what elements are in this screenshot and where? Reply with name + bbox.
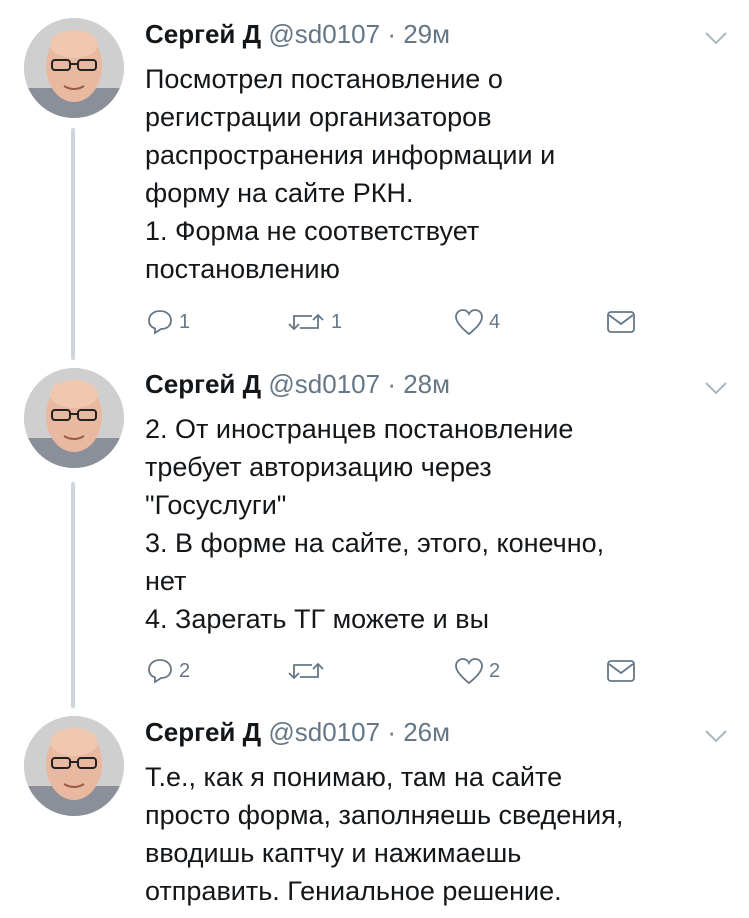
avatar-image bbox=[24, 716, 124, 816]
author-name[interactable]: Сергей Д bbox=[145, 717, 261, 747]
author-handle[interactable]: @sd0107 bbox=[268, 717, 380, 747]
timestamp[interactable]: 29м bbox=[403, 19, 450, 49]
author-name[interactable]: Сергей Д bbox=[145, 369, 261, 399]
reply-button[interactable]: 1 bbox=[145, 305, 190, 339]
separator: · bbox=[387, 19, 396, 49]
avatar-image bbox=[24, 368, 124, 468]
author-handle[interactable]: @sd0107 bbox=[268, 19, 380, 49]
chevron-down-icon[interactable] bbox=[704, 30, 728, 46]
tweet-text: Посмотрел постановление о регистрации ор… bbox=[145, 64, 556, 284]
envelope-icon bbox=[607, 311, 635, 333]
like-button[interactable]: 2 bbox=[453, 654, 500, 688]
tweet-text: Т.е., как я понимаю, там на сайте просто… bbox=[145, 762, 624, 906]
avatar[interactable] bbox=[24, 716, 124, 816]
tweet-actions: 1 1 4 bbox=[145, 305, 665, 339]
envelope-icon bbox=[607, 660, 635, 682]
author-name[interactable]: Сергей Д bbox=[145, 19, 261, 49]
tweet[interactable]: Сергей Д @sd0107 · 26м Т.е., как я поним… bbox=[0, 716, 749, 916]
tweet[interactable]: Сергей Д @sd0107 · 28м 2. От иностранцев… bbox=[0, 368, 749, 698]
tweet-header: Сергей Д @sd0107 · 29м bbox=[145, 18, 450, 50]
reply-icon bbox=[148, 310, 172, 335]
heart-icon bbox=[455, 309, 483, 336]
retweet-button[interactable]: 1 bbox=[285, 305, 342, 339]
reply-icon bbox=[148, 659, 172, 684]
reply-count: 2 bbox=[179, 659, 191, 682]
timestamp[interactable]: 28м bbox=[403, 369, 450, 399]
reply-button[interactable]: 2 bbox=[145, 654, 190, 688]
like-count: 4 bbox=[489, 310, 501, 333]
timestamp[interactable]: 26м bbox=[403, 717, 450, 747]
tweet-header: Сергей Д @sd0107 · 26м bbox=[145, 716, 450, 748]
tweet[interactable]: Сергей Д @sd0107 · 29м Посмотрел постано… bbox=[0, 18, 749, 348]
chevron-down-icon[interactable] bbox=[704, 380, 728, 396]
message-button[interactable] bbox=[605, 654, 637, 688]
retweet-icon bbox=[288, 313, 324, 331]
avatar[interactable] bbox=[24, 368, 124, 468]
retweet-icon bbox=[288, 662, 324, 680]
chevron-down-icon[interactable] bbox=[704, 728, 728, 744]
retweet-button[interactable] bbox=[285, 654, 331, 688]
avatar[interactable] bbox=[24, 18, 124, 118]
retweet-count: 1 bbox=[331, 310, 343, 333]
author-handle[interactable]: @sd0107 bbox=[268, 369, 380, 399]
tweet-text: 2. От иностранцев постановление требует … bbox=[145, 414, 605, 634]
tweet-header: Сергей Д @sd0107 · 28м bbox=[145, 368, 450, 400]
tweet-actions: 2 2 bbox=[145, 654, 665, 688]
heart-icon bbox=[455, 658, 483, 685]
reply-count: 1 bbox=[179, 310, 191, 333]
avatar-image bbox=[24, 18, 124, 118]
separator: · bbox=[387, 717, 396, 747]
like-count: 2 bbox=[489, 659, 501, 682]
like-button[interactable]: 4 bbox=[453, 305, 500, 339]
message-button[interactable] bbox=[605, 305, 637, 339]
separator: · bbox=[387, 369, 396, 399]
